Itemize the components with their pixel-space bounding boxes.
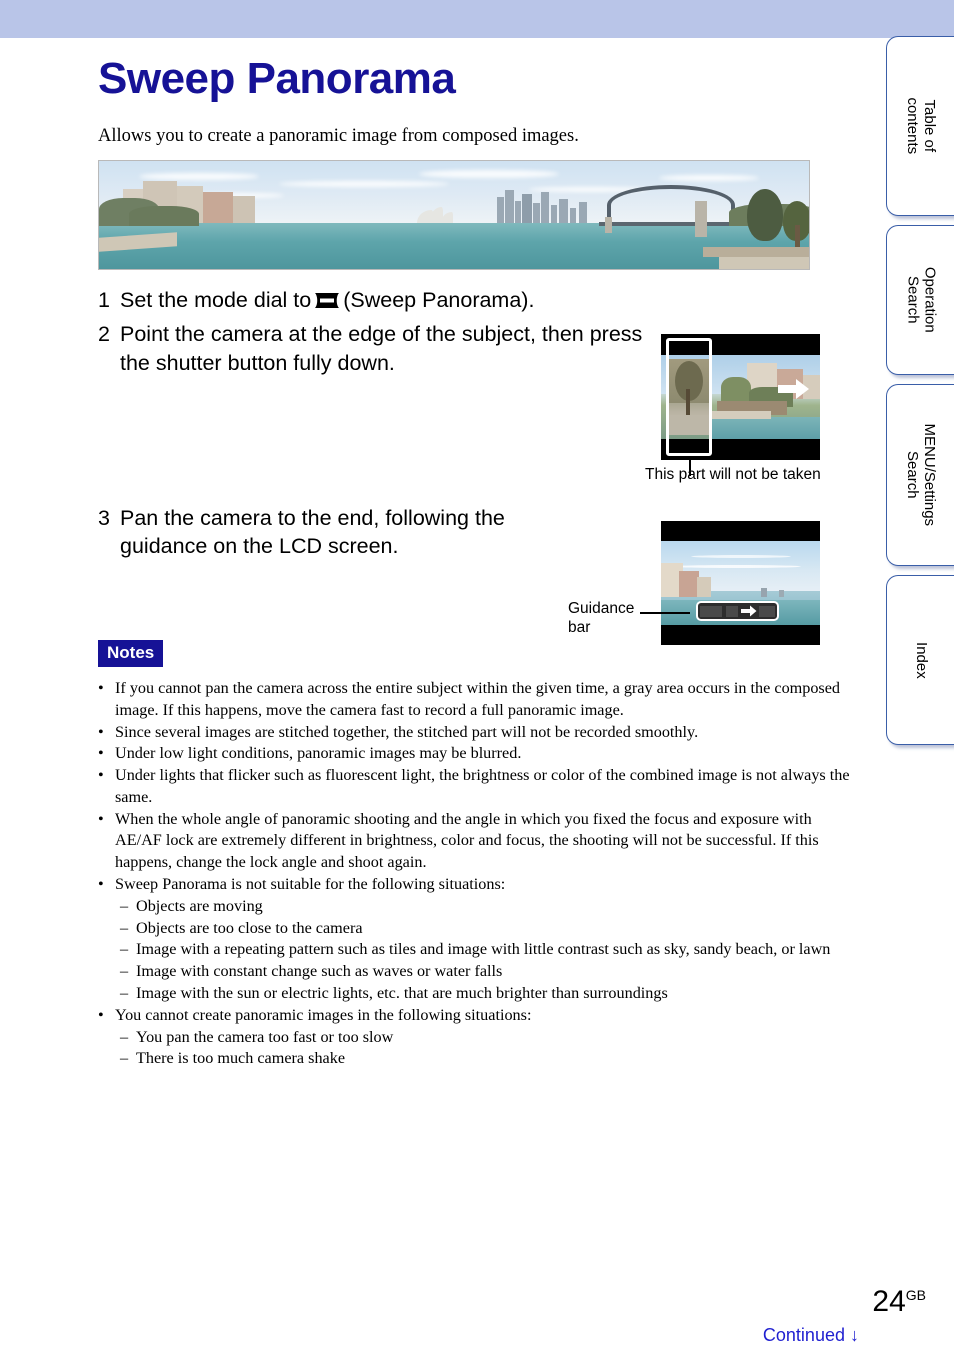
note-text: Since several images are stitched togeth… bbox=[115, 722, 699, 741]
step2-caption: This part will not be taken bbox=[645, 466, 821, 483]
note-text: Under lights that flicker such as fluore… bbox=[115, 766, 850, 806]
continued-arrow-icon: ↓ bbox=[850, 1325, 859, 1345]
note-subbullet-icon: – bbox=[120, 962, 129, 981]
step-text: Point the camera at the edge of the subj… bbox=[120, 322, 643, 375]
sidebar-item-operation-search[interactable]: Operation Search bbox=[886, 225, 954, 375]
note-item: – Image with a repeating pattern such as … bbox=[120, 939, 858, 961]
sidebar-item-table-of-contents[interactable]: Table of contents bbox=[886, 36, 954, 216]
note-text: Image with the sun or electric lights, e… bbox=[136, 983, 668, 1002]
note-item: • You cannot create panoramic images in t… bbox=[98, 1005, 858, 1027]
page-title: Sweep Panorama bbox=[98, 54, 456, 103]
sidebar-item-label: MENU/Settings Search bbox=[904, 423, 939, 527]
note-item: • If you cannot pan the camera across the… bbox=[98, 678, 858, 722]
notes-badge: Notes bbox=[98, 640, 164, 667]
guidance-arrow-icon bbox=[741, 605, 757, 617]
sweep-panorama-mode-icon bbox=[314, 292, 340, 309]
intro-paragraph: Allows you to create a panoramic image f… bbox=[98, 126, 579, 146]
note-subbullet-icon: – bbox=[120, 1027, 129, 1046]
note-text: There is too much camera shake bbox=[136, 1049, 345, 1068]
step-number: 2 bbox=[98, 322, 110, 347]
sidebar-item-label: Table of contents bbox=[904, 97, 939, 155]
note-text: If you cannot pan the camera across the … bbox=[115, 679, 841, 719]
panorama-sample-photo bbox=[98, 160, 810, 270]
step-3: 3 Pan the camera to the end, following t… bbox=[98, 504, 568, 567]
note-item: • Under lights that flicker such as fluor… bbox=[98, 765, 858, 809]
sidebar-item-label: Operation Search bbox=[904, 267, 939, 333]
step-2: 2 Point the camera at the edge of the su… bbox=[98, 320, 658, 377]
note-text: When the whole angle of panoramic shooti… bbox=[115, 809, 819, 872]
continued-text: Continued bbox=[762, 1325, 845, 1345]
step-number: 3 bbox=[98, 506, 110, 530]
note-subbullet-icon: – bbox=[120, 896, 129, 915]
note-item: – There is too much camera shake bbox=[120, 1048, 858, 1070]
sidebar-item-menu-settings-search[interactable]: MENU/Settings Search bbox=[886, 384, 954, 566]
step3-lcd-figure bbox=[661, 521, 820, 645]
header-band bbox=[0, 0, 954, 38]
note-bullet-icon: • bbox=[98, 766, 104, 785]
step-text-before: Set the mode dial to bbox=[120, 288, 312, 312]
note-subbullet-icon: – bbox=[120, 1049, 129, 1068]
notes-list: • If you cannot pan the camera across the… bbox=[98, 678, 858, 1070]
note-text: You pan the camera too fast or too slow bbox=[136, 1027, 394, 1046]
guidance-bar bbox=[696, 601, 779, 621]
page-number-value: 24 bbox=[872, 1285, 906, 1318]
step-1: 1 Set the mode dial to (Sweep Panorama). bbox=[98, 286, 658, 314]
note-item: • When the whole angle of panoramic shoot… bbox=[98, 809, 858, 874]
step-number: 1 bbox=[98, 288, 110, 312]
note-subbullet-icon: – bbox=[120, 983, 129, 1002]
note-text: Under low light conditions, panoramic im… bbox=[115, 744, 522, 763]
note-bullet-icon: • bbox=[98, 744, 104, 763]
note-item: • Since several images are stitched toget… bbox=[98, 722, 858, 744]
step2-lcd-figure bbox=[661, 334, 820, 476]
note-subbullet-icon: – bbox=[120, 918, 129, 937]
sidebar-item-label: Index bbox=[912, 641, 930, 679]
note-text: Image with a repeating pattern such as t… bbox=[136, 940, 831, 959]
note-text: Sweep Panorama is not suitable for the f… bbox=[115, 875, 506, 894]
sidebar-item-index[interactable]: Index bbox=[886, 575, 954, 745]
note-bullet-icon: • bbox=[98, 679, 104, 697]
steps-list: 1 Set the mode dial to (Sweep Panorama). … bbox=[98, 286, 658, 383]
pan-direction-arrow-icon bbox=[778, 379, 809, 399]
page-number: 24GB bbox=[872, 1285, 926, 1319]
note-subbullet-icon: – bbox=[120, 940, 129, 959]
note-item: – Image with the sun or electric lights, … bbox=[120, 983, 858, 1005]
note-text: Objects are moving bbox=[136, 896, 263, 915]
side-tab-strip: Table of contents Operation Search MENU/… bbox=[886, 36, 954, 754]
note-item: – Image with constant change such as wave… bbox=[120, 961, 858, 983]
main-content: Sweep Panorama Allows you to create a pa… bbox=[0, 38, 886, 558]
note-text: You cannot create panoramic images in th… bbox=[115, 1005, 532, 1024]
step-text-after: (Sweep Panorama). bbox=[343, 288, 535, 312]
note-bullet-icon: • bbox=[98, 809, 104, 828]
step-text: Pan the camera to the end, following the… bbox=[120, 506, 505, 559]
note-item: • Under low light conditions, panoramic i… bbox=[98, 743, 858, 765]
step3-caption: Guidance bar bbox=[568, 600, 635, 637]
page-number-suffix: GB bbox=[905, 1287, 926, 1303]
note-bullet-icon: • bbox=[98, 722, 104, 741]
note-item: • Sweep Panorama is not suitable for the … bbox=[98, 874, 858, 896]
step3-leader-line bbox=[640, 612, 690, 614]
document-page: Table of contents Operation Search MENU/… bbox=[0, 0, 954, 1369]
note-item: – You pan the camera too fast or too slow bbox=[120, 1027, 858, 1049]
note-item: – Objects are too close to the camera bbox=[120, 918, 858, 940]
note-bullet-icon: • bbox=[98, 875, 104, 894]
note-text: Image with constant change such as waves… bbox=[136, 962, 503, 981]
note-item: – Objects are moving bbox=[120, 896, 858, 918]
continued-label: Continued ↓ bbox=[763, 1325, 859, 1346]
note-bullet-icon: • bbox=[98, 1005, 104, 1024]
note-text: Objects are too close to the camera bbox=[136, 918, 363, 937]
step2-selection-box bbox=[666, 338, 712, 456]
